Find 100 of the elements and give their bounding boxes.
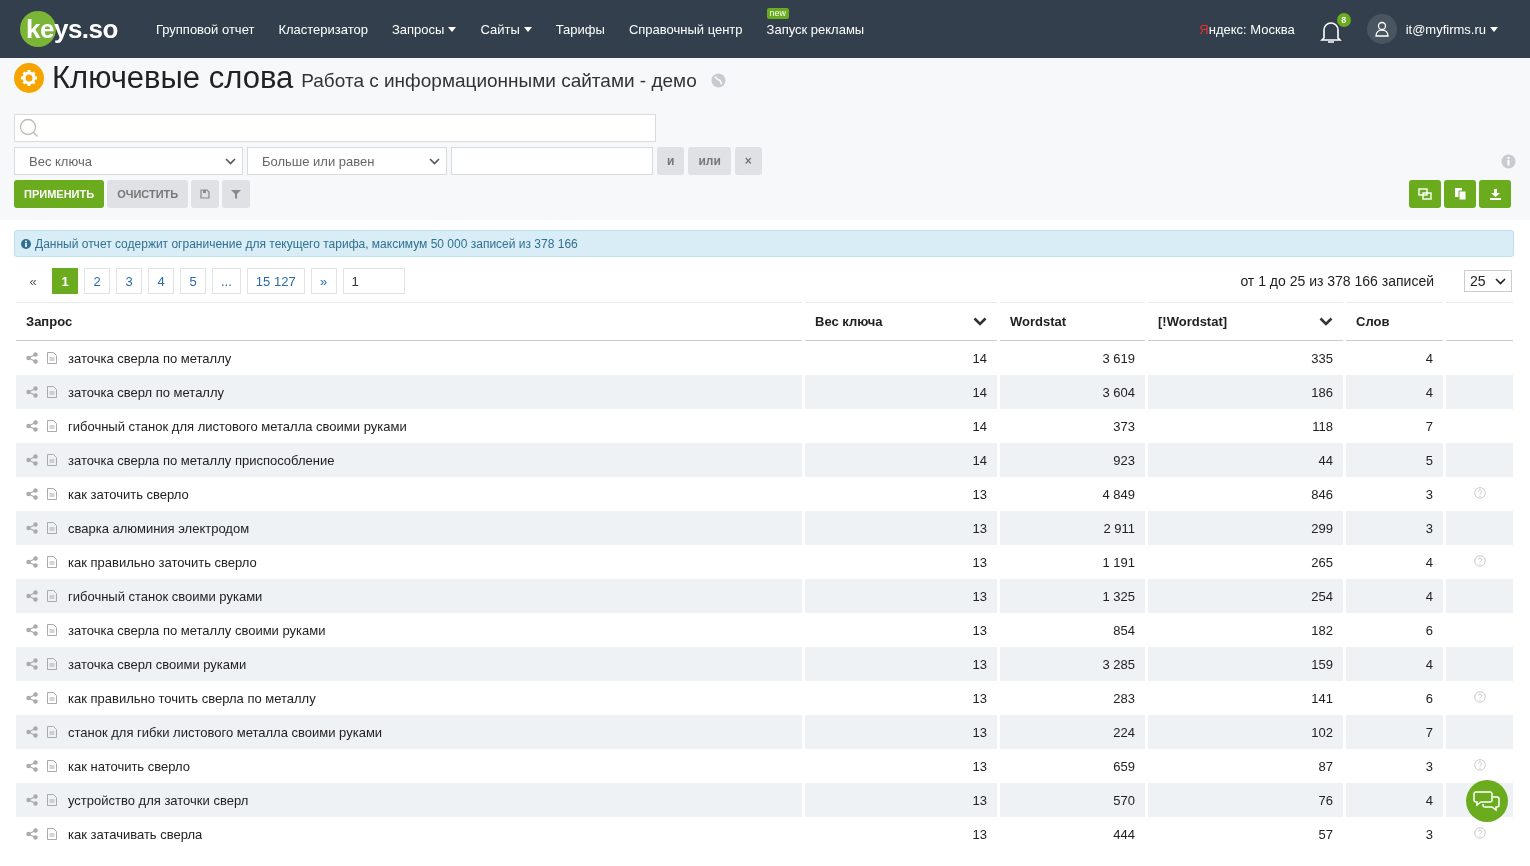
- table-cell: 14: [972, 452, 987, 468]
- table-cell: 182: [1311, 622, 1333, 638]
- table-cell: 13: [972, 758, 987, 774]
- table-cell: 846: [1311, 486, 1333, 502]
- page-link[interactable]: 4: [148, 268, 174, 294]
- table-cell: 3 619: [1102, 350, 1135, 366]
- query-text[interactable]: как заточить сверло: [68, 486, 189, 502]
- notification-count: 8: [1336, 13, 1351, 27]
- previous-page[interactable]: «: [20, 268, 46, 294]
- query-text[interactable]: как наточить сверло: [68, 758, 190, 774]
- table-cell: 373: [1113, 418, 1135, 434]
- table-cell: 44: [1318, 452, 1333, 468]
- table-cell: 3 285: [1102, 656, 1135, 672]
- query-text[interactable]: сварка алюминия электродом: [68, 520, 250, 536]
- column-header[interactable]: [!Wordstat]: [1148, 302, 1343, 341]
- table-cell: 224: [1113, 724, 1135, 740]
- remove-button[interactable]: ×: [734, 147, 762, 175]
- page-link[interactable]: 5: [180, 268, 206, 294]
- query-text[interactable]: заточка сверла по металлу: [68, 350, 232, 366]
- table-cell: 2 911: [1103, 520, 1135, 536]
- field-select[interactable]: Вес ключа: [14, 147, 243, 175]
- table-cell: 254: [1311, 588, 1333, 604]
- table-cell: 923: [1113, 452, 1135, 468]
- table-cell: 102: [1311, 724, 1333, 740]
- table-cell: 87: [1318, 758, 1333, 774]
- query-text[interactable]: заточка сверл своими руками: [68, 656, 247, 672]
- page-link[interactable]: ...: [212, 268, 241, 294]
- page-link[interactable]: 15 127: [246, 268, 305, 294]
- nav-link[interactable]: Групповой отчет: [155, 21, 255, 37]
- query-text[interactable]: как правильно точить сверла по металлу: [68, 690, 316, 706]
- nav-link[interactable]: Сайты: [480, 21, 532, 37]
- table-cell: 6: [1425, 690, 1433, 706]
- query-text[interactable]: заточка сверл по металлу: [68, 384, 225, 400]
- table-cell: 4: [1425, 792, 1433, 808]
- query-text[interactable]: устройство для заточки сверл: [68, 792, 249, 808]
- operator-select[interactable]: Больше или равен: [247, 147, 447, 175]
- table-cell: 14: [972, 418, 987, 434]
- new-badge: new: [766, 7, 790, 19]
- table-cell: 14: [972, 350, 987, 366]
- records-summary: от 1 до 25 из 378 166 записей: [1240, 273, 1434, 289]
- table-cell: 570: [1113, 792, 1135, 808]
- table-cell: 1 325: [1102, 588, 1135, 604]
- notice-text: Данный отчет содержит ограничение для текущего тарифа, максимум 50 000 записей из 378 166: [35, 236, 578, 251]
- table-cell: 4: [1425, 554, 1433, 570]
- page-link[interactable]: 3: [116, 268, 142, 294]
- column-header: Запрос: [16, 302, 802, 341]
- table-cell: 4: [1425, 384, 1433, 400]
- column-header: Wordstat: [1000, 302, 1145, 341]
- nav-link[interactable]: Тарифы: [555, 21, 605, 37]
- table-cell: 854: [1113, 622, 1135, 638]
- table-cell: 3: [1425, 486, 1433, 502]
- table-cell: 283: [1113, 690, 1135, 706]
- table-cell: 659: [1113, 758, 1135, 774]
- table-cell: 299: [1311, 520, 1333, 536]
- table-cell: 118: [1312, 418, 1333, 434]
- page-subtitle: Работа с информационными сайтами - демо: [301, 69, 697, 92]
- query-text[interactable]: гибочный станок для листового металла своими руками: [68, 418, 407, 434]
- query-text[interactable]: как затачивать сверла: [68, 826, 203, 842]
- table-cell: 4: [1425, 588, 1433, 604]
- query-text[interactable]: как правильно заточить сверло: [68, 554, 257, 570]
- table-cell: 7: [1425, 724, 1433, 740]
- user-menu[interactable]: it@myfirms.ru: [1405, 21, 1498, 37]
- query-text[interactable]: станок для гибки листового металла своими руками: [68, 724, 383, 740]
- table-cell: 186: [1311, 384, 1333, 400]
- region-selector[interactable]: Яндекс: Москва: [1199, 21, 1295, 37]
- nav-link[interactable]: Справочный центр: [628, 21, 743, 37]
- column-header[interactable]: Вес ключа: [805, 302, 997, 341]
- page-input[interactable]: 1: [342, 268, 405, 294]
- table-cell: 3: [1425, 826, 1433, 842]
- table-cell: 14: [972, 384, 987, 400]
- table-cell: 76: [1318, 792, 1333, 808]
- table-cell: 13: [972, 554, 987, 570]
- table-cell: 13: [972, 724, 987, 740]
- table-cell: 6: [1425, 622, 1433, 638]
- table-cell: 13: [972, 792, 987, 808]
- table-cell: 13: [972, 588, 987, 604]
- table-cell: 4 849: [1102, 486, 1135, 502]
- table-cell: 57: [1318, 826, 1333, 842]
- page-size-select[interactable]: 25: [1464, 270, 1512, 292]
- table-cell: 1 191: [1102, 554, 1135, 570]
- table-cell: 13: [972, 486, 987, 502]
- nav-link[interactable]: Запросы: [392, 21, 457, 37]
- table-cell: 13: [972, 622, 987, 638]
- table-cell: 13: [972, 520, 987, 536]
- table-cell: 4: [1425, 656, 1433, 672]
- table-cell: 3: [1425, 520, 1433, 536]
- table-cell: 141: [1311, 690, 1333, 706]
- next-page[interactable]: »: [310, 268, 337, 294]
- table-cell: 335: [1311, 350, 1333, 366]
- query-text[interactable]: заточка сверла по металлу приспособление: [68, 452, 335, 468]
- table-cell: 5: [1425, 452, 1433, 468]
- page-link[interactable]: 2: [84, 268, 110, 294]
- column-header: Слов: [1346, 302, 1443, 341]
- nav-link[interactable]: Кластеризатор: [278, 21, 368, 37]
- query-text[interactable]: гибочный станок своими руками: [68, 588, 263, 604]
- table-cell: 4: [1425, 350, 1433, 366]
- table-cell: 3 604: [1102, 384, 1135, 400]
- table-cell: 13: [972, 656, 987, 672]
- table-cell: 13: [972, 690, 987, 706]
- query-text[interactable]: заточка сверла по металлу своими руками: [68, 622, 326, 638]
